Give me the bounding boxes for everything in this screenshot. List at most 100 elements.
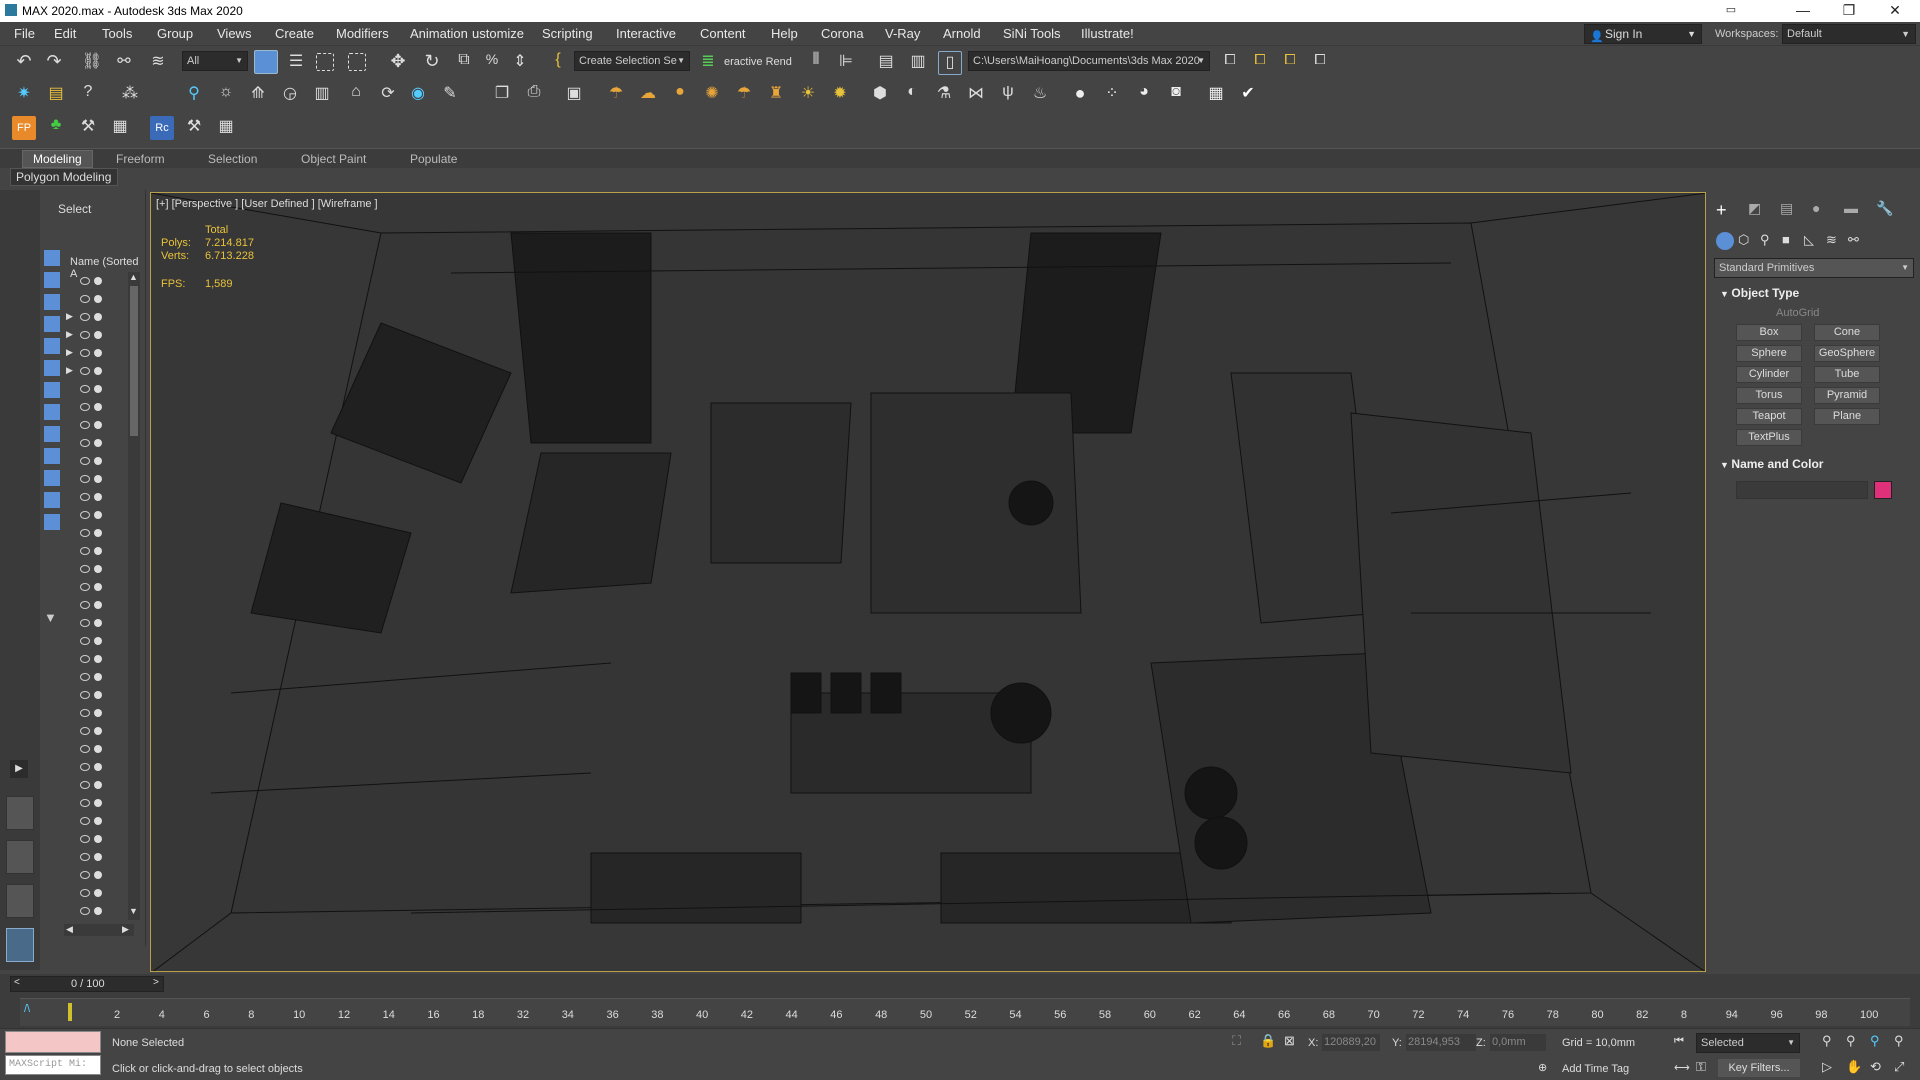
render-toggle-icon[interactable] — [94, 331, 102, 339]
display-containers-icon[interactable] — [44, 470, 60, 486]
horizontal-scrollbar[interactable]: ◀ ▶ — [64, 924, 134, 936]
project-path-dropdown[interactable]: C:\Users\MaiHoang\Documents\3ds Max 2020… — [968, 51, 1210, 71]
material-list-icon[interactable]: ▥ — [310, 83, 334, 107]
visibility-eye-icon[interactable] — [80, 637, 90, 645]
material-sphere-icon[interactable]: ◐ — [900, 83, 924, 107]
list-item[interactable]: ▶ — [62, 326, 126, 344]
tools-icon[interactable]: ⚒ — [76, 116, 100, 140]
list-item[interactable] — [62, 506, 126, 524]
render-toggle-icon[interactable] — [94, 655, 102, 663]
visibility-eye-icon[interactable] — [80, 655, 90, 663]
key-mode-dropdown[interactable]: Selected ▼ — [1696, 1033, 1800, 1053]
render-toggle-icon[interactable] — [94, 385, 102, 393]
menu-edit[interactable]: Edit — [54, 26, 76, 41]
render-toggle-icon[interactable] — [94, 673, 102, 681]
primitive-category-dropdown[interactable]: Standard Primitives ▼ — [1714, 258, 1914, 278]
brush-icon[interactable]: ✎ — [438, 83, 462, 107]
menu-content[interactable]: Content — [700, 26, 746, 41]
expand-arrow-icon[interactable]: ▶ — [10, 760, 28, 778]
visibility-eye-icon[interactable] — [80, 835, 90, 843]
layout-tab-1[interactable] — [6, 796, 34, 830]
filter-icon[interactable]: ▼ — [44, 610, 60, 626]
scroll-left-icon[interactable]: ◀ — [66, 924, 73, 935]
named-selection-dropdown[interactable]: Create Selection Se ▼ — [574, 51, 690, 71]
menu-vray[interactable]: V-Ray — [885, 26, 920, 41]
modify-tab-icon[interactable]: ◩ — [1748, 200, 1761, 217]
render-toggle-icon[interactable] — [94, 709, 102, 717]
menu-create[interactable]: Create — [275, 26, 314, 41]
visibility-eye-icon[interactable] — [80, 853, 90, 861]
palette-icon[interactable]: ◕ — [1132, 83, 1156, 107]
render-toggle-icon[interactable] — [94, 493, 102, 501]
spacewarps-icon[interactable]: ≋ — [1826, 232, 1837, 248]
material-editor-icon[interactable]: ◙ — [1164, 83, 1188, 107]
layout-tab-4[interactable] — [6, 928, 34, 962]
plane-button[interactable]: Plane — [1814, 408, 1880, 425]
time-cursor[interactable] — [68, 1003, 72, 1021]
display-none-icon[interactable] — [44, 250, 60, 266]
rotate-icon[interactable]: ↻ — [420, 51, 444, 75]
visibility-eye-icon[interactable] — [80, 385, 90, 393]
geosphere-button[interactable]: GeoSphere — [1814, 345, 1880, 362]
fire-icon[interactable]: ♨ — [1028, 83, 1052, 107]
orbit-icon[interactable]: ⟲ — [1870, 1059, 1881, 1075]
key-filters-button[interactable]: Key Filters... — [1718, 1059, 1800, 1077]
display-shapes-icon[interactable] — [44, 294, 60, 310]
display-groups-icon[interactable] — [44, 404, 60, 420]
visibility-eye-icon[interactable] — [80, 907, 90, 915]
list-item[interactable] — [62, 488, 126, 506]
visibility-eye-icon[interactable] — [80, 673, 90, 681]
field-of-view-icon[interactable]: ▷ — [1822, 1059, 1832, 1075]
omni-light-icon[interactable]: ☂ — [604, 83, 628, 107]
set-key-icon[interactable]: ⟷ — [1674, 1061, 1690, 1074]
window-crossing-icon[interactable] — [348, 53, 366, 71]
list-item[interactable]: ▶ — [62, 308, 126, 326]
box-button[interactable]: Box — [1736, 324, 1802, 341]
render-toggle-icon[interactable] — [94, 907, 102, 915]
lock-icon[interactable]: 🔒 — [1260, 1033, 1276, 1049]
sky-light-icon[interactable]: ☁ — [636, 83, 660, 107]
area-light-icon[interactable]: ♜ — [764, 83, 788, 107]
tab-populate[interactable]: Populate — [410, 152, 457, 166]
particle-icon[interactable]: ⁂ — [118, 83, 142, 107]
rect-selection-icon[interactable] — [316, 53, 334, 71]
menu-illustrate[interactable]: Illustrate! — [1081, 26, 1134, 41]
display-cameras-icon[interactable] — [44, 338, 60, 354]
teapot-button[interactable]: Teapot — [1736, 408, 1802, 425]
menu-sini-tools[interactable]: SiNi Tools — [1003, 26, 1061, 41]
visibility-eye-icon[interactable] — [80, 817, 90, 825]
list-item[interactable] — [62, 290, 126, 308]
forest-pack-icon[interactable]: FP — [12, 116, 36, 140]
render-toggle-icon[interactable] — [94, 763, 102, 771]
render-toggle-icon[interactable] — [94, 583, 102, 591]
edit-named-sets-icon[interactable]: { — [546, 51, 570, 75]
scroll-thumb[interactable] — [130, 286, 138, 436]
render-toggle-icon[interactable] — [94, 403, 102, 411]
render-toggle-icon[interactable] — [94, 565, 102, 573]
rc-table-icon[interactable]: ▦ — [214, 116, 238, 140]
zoom-all-icon[interactable]: ⚲ — [1846, 1033, 1856, 1049]
visibility-eye-icon[interactable] — [80, 403, 90, 411]
fur-icon[interactable]: ⋈ — [964, 83, 988, 107]
viewport-label[interactable]: [+] [Perspective ] [User Defined ] [Wire… — [156, 198, 378, 210]
list-item[interactable] — [62, 686, 126, 704]
object-type-header[interactable]: ▼ Object Type — [1720, 286, 1799, 300]
render-toggle-icon[interactable] — [94, 853, 102, 861]
menu-tools[interactable]: Tools — [102, 26, 132, 41]
list-item[interactable]: ▶ — [62, 344, 126, 362]
sun-light-icon[interactable]: ☼ — [214, 83, 238, 107]
display-xrefs-icon[interactable] — [44, 426, 60, 442]
name-and-color-header[interactable]: ▼ Name and Color — [1720, 457, 1823, 471]
scene-explorer-toggle-icon[interactable]: ▤ — [874, 51, 898, 75]
render-toggle-icon[interactable] — [94, 727, 102, 735]
next-frame-icon[interactable]: > — [153, 977, 159, 988]
flask-icon[interactable]: ⚗ — [932, 83, 956, 107]
systems-icon[interactable]: ⚯ — [1848, 232, 1859, 248]
motion-tab-icon[interactable]: ● — [1812, 200, 1820, 216]
list-item[interactable] — [62, 452, 126, 470]
key-mode-icon[interactable]: ⚿ — [1696, 1059, 1706, 1075]
menu-modifiers[interactable]: Modifiers — [336, 26, 389, 41]
refresh-icon[interactable]: ⟳ — [376, 83, 400, 107]
render-production-icon[interactable]: ⧠ — [1278, 51, 1302, 75]
visibility-eye-icon[interactable] — [80, 349, 90, 357]
